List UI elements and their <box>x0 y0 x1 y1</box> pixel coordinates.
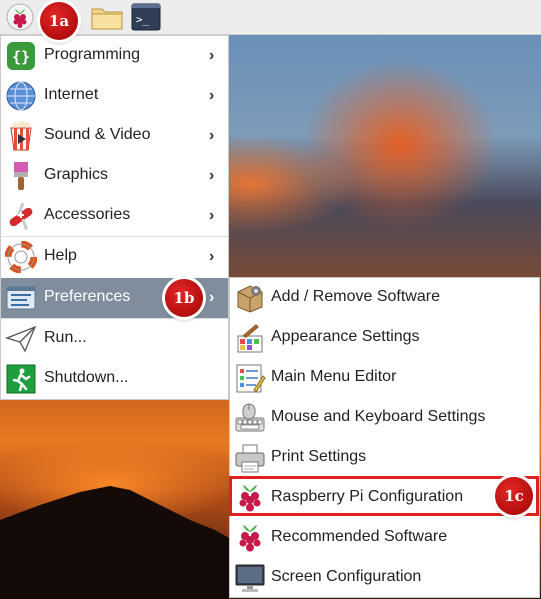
graphics-brush-icon <box>5 160 37 192</box>
menu-item-label: Preferences <box>44 288 131 305</box>
programming-icon: {} <box>5 40 37 72</box>
menu-item-label: Sound & Video <box>44 126 151 143</box>
taskbar: >_ <box>0 0 541 35</box>
chevron-right-icon: › <box>209 87 215 104</box>
step-badge-1b: 1b <box>165 279 203 317</box>
submenu-item-label: Print Settings <box>271 448 367 465</box>
menu-item-run[interactable]: Run... <box>1 319 228 359</box>
svg-text:{}: {} <box>12 48 30 66</box>
submenu-item-print-settings[interactable]: Print Settings <box>230 438 539 478</box>
run-paper-plane-icon <box>5 323 37 355</box>
terminal-prompt: >_ <box>136 13 150 26</box>
submenu-item-mouse-keyboard-settings[interactable]: Mouse and Keyboard Settings <box>230 398 539 438</box>
menu-item-shutdown[interactable]: Shutdown... <box>1 359 228 399</box>
submenu-item-appearance-settings[interactable]: Appearance Settings <box>230 318 539 358</box>
help-lifebuoy-icon <box>4 240 38 274</box>
submenu-item-main-menu-editor[interactable]: Main Menu Editor <box>230 358 539 398</box>
menu-item-help[interactable]: Help › <box>1 237 228 277</box>
submenu-item-screen-configuration[interactable]: Screen Configuration <box>230 558 539 598</box>
menu-item-sound-video[interactable]: Sound & Video › <box>1 116 228 156</box>
submenu-item-label: Main Menu Editor <box>271 368 397 385</box>
menu-item-internet[interactable]: Internet › <box>1 76 228 116</box>
preferences-icon <box>5 282 37 314</box>
printer-icon <box>234 442 266 474</box>
menu-item-accessories[interactable]: Accessories › <box>1 196 228 236</box>
menu-editor-icon <box>234 362 266 394</box>
menu-item-label: Run... <box>44 329 87 346</box>
appearance-palette-icon <box>234 322 266 354</box>
submenu-item-add-remove-software[interactable]: Add / Remove Software <box>230 278 539 318</box>
main-menu: {} Programming › Internet › Sound & Vide… <box>0 35 229 400</box>
menu-item-label: Shutdown... <box>44 369 129 386</box>
chevron-right-icon: › <box>209 248 215 265</box>
internet-globe-icon <box>5 80 37 112</box>
menu-item-label: Graphics <box>44 166 109 183</box>
highlight-box <box>229 476 539 516</box>
package-box-icon <box>234 282 266 314</box>
submenu-item-recommended-software[interactable]: Recommended Software <box>230 518 539 558</box>
submenu-item-label: Mouse and Keyboard Settings <box>271 408 486 425</box>
submenu-item-label: Recommended Software <box>271 528 448 545</box>
submenu-item-label: Screen Configuration <box>271 568 422 585</box>
raspberry-pi-icon <box>234 522 266 554</box>
accessories-knife-icon <box>5 200 37 232</box>
file-manager-folder-icon[interactable] <box>90 3 124 31</box>
preferences-submenu: Add / Remove Software Appearance Setting… <box>229 277 540 598</box>
menu-item-label: Help <box>44 247 77 264</box>
menu-item-label: Programming <box>44 46 141 63</box>
step-badge-1c: 1c <box>495 477 533 515</box>
chevron-right-icon: › <box>209 167 215 184</box>
raspberry-pi-menu-icon[interactable] <box>6 3 34 31</box>
chevron-right-icon: › <box>209 207 215 224</box>
shutdown-exit-icon <box>5 363 37 395</box>
menu-item-graphics[interactable]: Graphics › <box>1 156 228 196</box>
menu-item-label: Internet <box>44 86 99 103</box>
menu-item-label: Accessories <box>44 206 131 223</box>
step-badge-1a: 1a <box>40 2 78 40</box>
submenu-item-label: Appearance Settings <box>271 328 420 345</box>
chevron-right-icon: › <box>209 289 215 306</box>
sound-video-icon <box>5 120 37 152</box>
chevron-right-icon: › <box>209 127 215 144</box>
terminal-icon[interactable]: >_ <box>131 3 161 31</box>
menu-item-programming[interactable]: {} Programming › <box>1 36 228 76</box>
mouse-keyboard-icon <box>234 402 266 434</box>
chevron-right-icon: › <box>209 47 215 64</box>
submenu-item-label: Add / Remove Software <box>271 288 440 305</box>
monitor-icon <box>234 562 266 594</box>
